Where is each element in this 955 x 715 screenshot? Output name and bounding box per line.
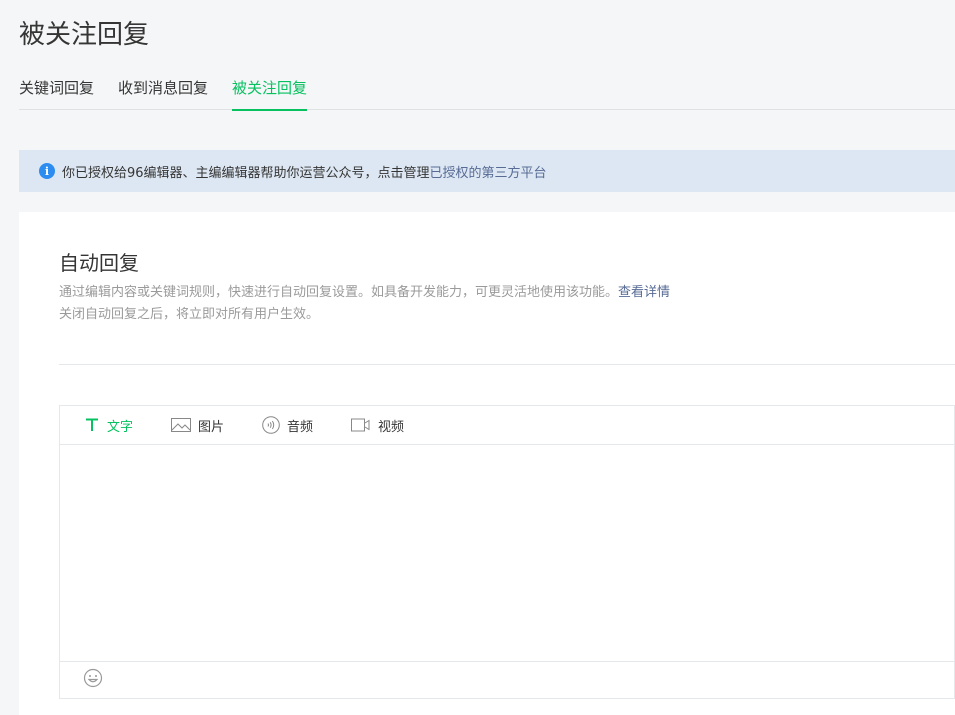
third-party-platform-link[interactable]: 已授权的第三方平台 (430, 162, 547, 181)
video-tool-label: 视频 (378, 419, 405, 435)
image-icon (171, 417, 192, 433)
image-tool-label: 图片 (198, 419, 225, 435)
audio-tool-label: 音频 (287, 419, 314, 435)
audio-icon (262, 416, 280, 434)
image-tool-button[interactable]: 图片 (171, 416, 224, 435)
editor-footer (60, 661, 954, 698)
page: 被关注回复 关键词回复 收到消息回复 被关注回复 i 你已授权给96编辑器、主编… (0, 0, 955, 715)
editor-toolbar: 文字 图片 音频 视频 (60, 406, 954, 445)
text-tool-button[interactable]: 文字 (84, 416, 133, 435)
section-divider (59, 364, 955, 365)
info-icon: i (39, 163, 55, 179)
reply-tabs: 关键词回复 收到消息回复 被关注回复 (19, 76, 955, 111)
authorization-notice: i 你已授权给96编辑器、主编编辑器帮助你运营公众号，点击管理 已授权的第三方平… (19, 150, 955, 192)
tab-keyword-reply[interactable]: 关键词回复 (19, 76, 94, 110)
notice-text: 你已授权给96编辑器、主编编辑器帮助你运营公众号，点击管理 (62, 165, 430, 181)
page-title: 被关注回复 (19, 20, 150, 50)
auto-reply-title: 自动回复 (59, 251, 139, 275)
text-icon (84, 417, 100, 433)
tab-follow-reply[interactable]: 被关注回复 (232, 76, 308, 111)
auto-reply-card: 自动回复 通过编辑内容或关键词规则，快速进行自动回复设置。如具备开发能力，可更灵… (19, 212, 955, 715)
description-line-1: 通过编辑内容或关键词规则，快速进行自动回复设置。如具备开发能力，可更灵活地使用该… (59, 285, 619, 300)
audio-tool-button[interactable]: 音频 (262, 416, 313, 435)
video-icon (351, 417, 371, 433)
text-tool-label: 文字 (107, 419, 134, 435)
tab-message-reply[interactable]: 收到消息回复 (118, 76, 208, 110)
reply-text-area[interactable] (60, 445, 954, 661)
view-details-link[interactable]: 查看详情 (618, 285, 670, 300)
reply-editor: 文字 图片 音频 视频 (59, 405, 955, 699)
description-line-2: 关闭自动回复之后，将立即对所有用户生效。 (59, 307, 320, 322)
emoji-icon[interactable] (83, 668, 103, 692)
video-tool-button[interactable]: 视频 (351, 416, 404, 435)
auto-reply-description: 通过编辑内容或关键词规则，快速进行自动回复设置。如具备开发能力，可更灵活地使用该… (59, 282, 779, 326)
